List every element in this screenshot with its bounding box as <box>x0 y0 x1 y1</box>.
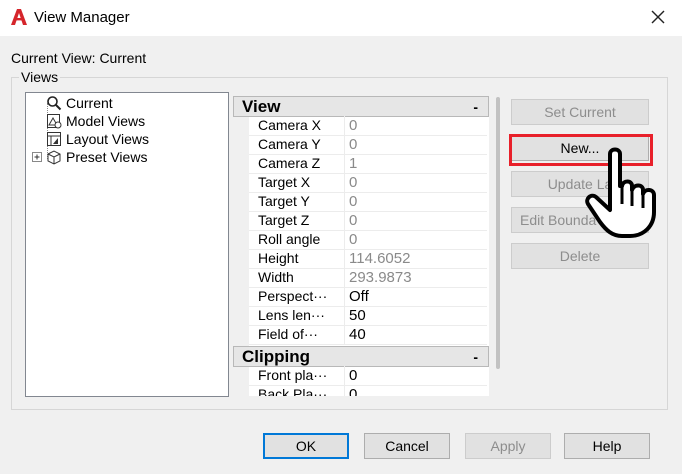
property-name: Back Pla··· <box>249 385 345 396</box>
property-row[interactable]: Perspect··· Off <box>249 287 487 307</box>
delete-button[interactable]: Delete <box>511 243 649 269</box>
property-name: Camera X <box>249 116 345 135</box>
property-name: Target X <box>249 173 345 192</box>
property-row[interactable]: Front pla··· 0 <box>249 366 487 386</box>
property-value[interactable]: 0 <box>345 367 357 384</box>
cancel-button[interactable]: Cancel <box>364 433 450 459</box>
property-name: Roll angle <box>249 230 345 249</box>
property-value[interactable]: 114.6052 <box>345 250 410 267</box>
tree-item-current[interactable]: Current <box>46 94 113 112</box>
hand-pointer-icon <box>585 147 656 238</box>
property-name: Perspect··· <box>249 287 345 306</box>
property-name: Lens len··· <box>249 306 345 325</box>
property-name: Camera Y <box>249 135 345 154</box>
tree-item-label: Model Views <box>66 113 146 129</box>
category-title: View <box>242 96 281 116</box>
property-row[interactable]: Target Z0 <box>249 211 487 231</box>
cube-icon <box>47 150 61 165</box>
property-row[interactable]: Camera X0 <box>249 116 487 136</box>
property-value[interactable]: 50 <box>345 307 366 324</box>
model-views-icon <box>47 114 62 129</box>
property-name: Width <box>249 268 345 287</box>
property-name: Target Z <box>249 211 345 230</box>
collapse-icon[interactable]: - <box>473 99 478 115</box>
set-current-button[interactable]: Set Current <box>511 99 649 125</box>
apply-button[interactable]: Apply <box>465 433 551 459</box>
property-row[interactable]: Roll angle 0 <box>249 230 487 250</box>
tree-item-label: Layout Views <box>66 131 150 147</box>
property-name: Height <box>249 249 345 268</box>
window-title: View Manager <box>34 9 130 26</box>
property-row[interactable]: Camera Z1 <box>249 154 487 174</box>
properties-scrollbar[interactable] <box>496 97 500 369</box>
tree-item-label: Preset Views <box>66 149 148 165</box>
property-name: Camera Z <box>249 154 345 173</box>
property-value[interactable]: Off <box>345 288 369 305</box>
property-value[interactable]: 293.9873 <box>345 269 412 286</box>
property-row[interactable]: Field of··· 40 <box>249 325 487 345</box>
property-value[interactable]: 0 <box>345 193 357 210</box>
tree-item-label: Current <box>66 95 113 111</box>
category-title: Clipping <box>242 346 310 366</box>
property-value[interactable]: 0 <box>345 212 357 229</box>
clipping-category-header[interactable]: Clipping - <box>233 346 489 367</box>
property-row[interactable]: Target X0 <box>249 173 487 193</box>
views-tree[interactable]: Current Model Views Layout Views Preset <box>25 92 229 397</box>
property-row[interactable]: Lens len··· 50 <box>249 306 487 326</box>
title-bar: View Manager <box>0 0 682 36</box>
property-name: Field of··· <box>249 325 345 344</box>
property-value[interactable]: 0 <box>345 386 357 396</box>
tree-item-layout-views[interactable]: Layout Views <box>46 130 149 148</box>
magnifier-icon <box>47 96 62 111</box>
property-name: Target Y <box>249 192 345 211</box>
property-value[interactable]: 0 <box>345 231 357 248</box>
view-category-header[interactable]: View - <box>233 96 489 117</box>
collapse-icon[interactable]: - <box>473 349 478 365</box>
tree-item-model-views[interactable]: Model Views <box>46 112 145 130</box>
property-value[interactable]: 1 <box>345 155 357 172</box>
property-row[interactable]: Height 114.6052 <box>249 249 487 269</box>
tree-item-preset-views[interactable]: Preset Views <box>32 148 147 166</box>
property-value[interactable]: 0 <box>345 174 357 191</box>
help-button[interactable]: Help <box>564 433 650 459</box>
property-value[interactable]: 40 <box>345 326 366 343</box>
close-icon[interactable] <box>648 7 668 27</box>
ok-button[interactable]: OK <box>263 433 349 459</box>
property-name: Front pla··· <box>249 366 345 385</box>
property-row[interactable]: Target Y0 <box>249 192 487 212</box>
expand-icon[interactable] <box>32 152 42 162</box>
views-group-label: Views <box>19 69 61 85</box>
property-value[interactable]: 0 <box>345 117 357 134</box>
property-row[interactable]: Camera Y0 <box>249 135 487 155</box>
property-row[interactable]: Back Pla··· 0 <box>249 385 487 396</box>
autocad-a-icon <box>11 9 27 25</box>
property-value[interactable]: 0 <box>345 136 357 153</box>
current-view-label: Current View: Current <box>11 50 147 66</box>
property-row[interactable]: Width 293.9873 <box>249 268 487 288</box>
properties-panel[interactable]: View - Camera X 0 Camera Y 0 Camera Z 1 Target… <box>233 96 489 396</box>
layout-views-icon <box>47 132 61 146</box>
